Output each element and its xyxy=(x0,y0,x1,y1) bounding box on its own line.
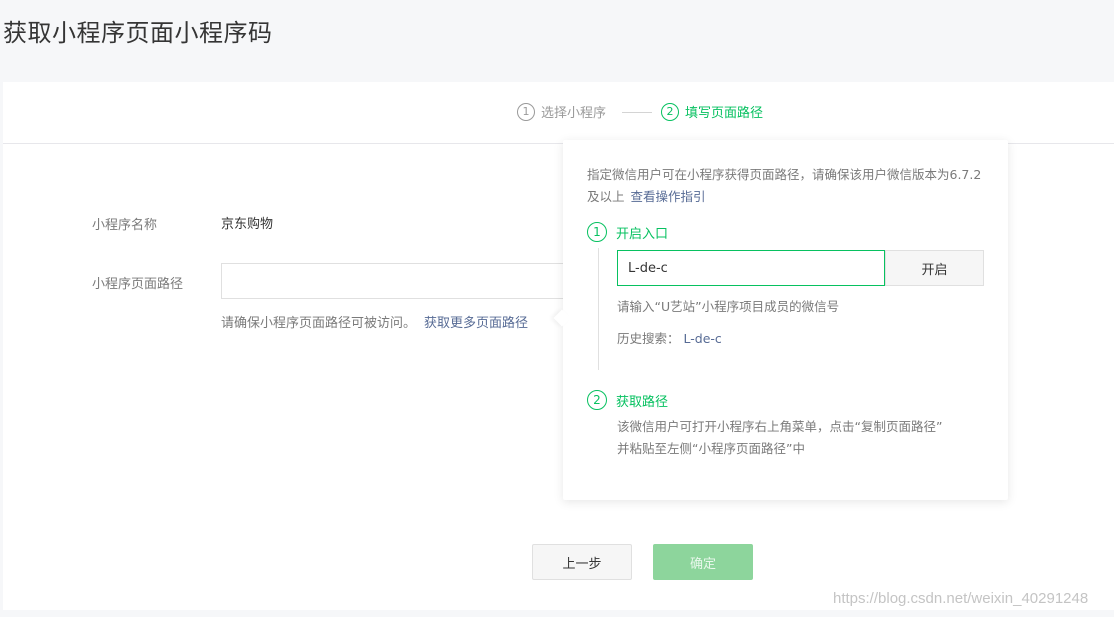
step-label: 填写页面路径 xyxy=(685,106,764,121)
step-vertical-line xyxy=(598,248,599,370)
step-connector xyxy=(622,112,652,113)
search-history: 历史搜索： L-de-c xyxy=(617,328,722,350)
hint-text: 请确保小程序页面路径可被访问。 xyxy=(221,316,417,331)
get-path-instruction: 该微信用户可打开小程序右上角菜单，点击“复制页面路径” 并粘贴至左侧“小程序页面… xyxy=(617,416,942,460)
miniprogram-name-value: 京东购物 xyxy=(221,217,274,232)
instruction-line: 该微信用户可打开小程序右上角菜单，点击“复制页面路径” xyxy=(617,419,943,434)
popover-step-get-path: 2 获取路径 xyxy=(587,390,668,410)
steps-bar: 1 选择小程序 2 填写页面路径 xyxy=(3,82,1114,144)
more-paths-link[interactable]: 获取更多页面路径 xyxy=(424,316,528,331)
step-number: 2 xyxy=(661,102,679,121)
step-number: 2 xyxy=(587,390,607,410)
step-fill-path: 2 填写页面路径 xyxy=(661,102,763,121)
path-guide-popover: 指定微信用户可在小程序获得页面路径，请确保该用户微信版本为6.7.2及以上 查看操… xyxy=(553,140,1008,500)
wechat-id-input[interactable]: L-de-c xyxy=(617,250,885,286)
step-label: 选择小程序 xyxy=(541,106,607,121)
previous-step-button[interactable]: 上一步 xyxy=(532,544,632,580)
step-label: 获取路径 xyxy=(616,394,669,410)
step-number: 1 xyxy=(587,222,607,242)
history-label: 历史搜索： xyxy=(617,331,680,346)
step-select-miniprogram: 1 选择小程序 xyxy=(517,102,606,121)
history-item[interactable]: L-de-c xyxy=(684,331,722,346)
step-number: 1 xyxy=(517,102,535,121)
operation-guide-link[interactable]: 查看操作指引 xyxy=(631,189,706,204)
instruction-line: 并粘贴至左侧“小程序页面路径”中 xyxy=(617,441,805,456)
step-label: 开启入口 xyxy=(616,226,669,242)
watermark: https://blog.csdn.net/weixin_40291248 xyxy=(833,590,1089,607)
miniprogram-name-label: 小程序名称 xyxy=(92,218,158,233)
page-path-hint: 请确保小程序页面路径可被访问。 获取更多页面路径 xyxy=(221,312,528,331)
page-title: 获取小程序页面小程序码 xyxy=(3,19,273,47)
wechat-id-hint: 请输入“U艺站”小程序项目成员的微信号 xyxy=(617,299,840,314)
popover-description: 指定微信用户可在小程序获得页面路径，请确保该用户微信版本为6.7.2及以上 查看操… xyxy=(587,164,987,208)
enable-button[interactable]: 开启 xyxy=(885,250,984,286)
page-path-input[interactable] xyxy=(221,263,566,299)
confirm-button[interactable]: 确定 xyxy=(653,544,753,580)
popover-step-enable-entry: 1 开启入口 xyxy=(587,222,668,242)
page-path-label: 小程序页面路径 xyxy=(92,277,184,292)
